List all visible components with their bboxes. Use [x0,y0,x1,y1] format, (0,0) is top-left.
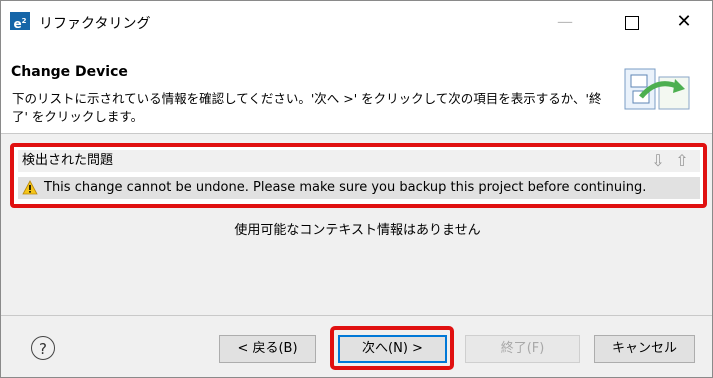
refactor-wizard-icon [624,68,690,110]
help-button[interactable]: ? [31,336,55,360]
arrow-down-icon[interactable]: ⇩ [649,151,667,171]
app-e2-icon: e2 [10,12,30,31]
window-title: リファクタリング [39,16,151,32]
cancel-button[interactable]: キャンセル [594,335,695,363]
close-button[interactable]: ✕ [661,9,707,35]
page-description: 下のリストに示されている情報を確認してください。'次へ >' をクリックして次の… [12,91,602,124]
problem-message: This change cannot be undone. Please mak… [44,180,647,195]
warning-icon [22,180,38,195]
maximize-button[interactable] [609,9,655,35]
page-title: Change Device [11,64,128,80]
problem-row[interactable]: This change cannot be undone. Please mak… [18,177,700,199]
detected-problems-panel: 検出された問題 ⇩ ⇧ This change cannot be undone… [10,143,707,208]
problems-heading: 検出された問題 [22,153,114,168]
wizard-header: Change Device 下のリストに示されている情報を確認してください。'次… [1,41,712,134]
finish-button[interactable]: 終了(F) [465,335,580,363]
button-bar-divider [1,315,712,316]
next-button-highlight [330,326,454,370]
context-info-message: 使用可能なコンテキスト情報はありません [234,223,481,238]
title-bar: e2 リファクタリング — ✕ [1,1,712,41]
back-button[interactable]: < 戻る(B) [219,335,316,363]
arrow-up-icon[interactable]: ⇧ [673,151,691,171]
maximize-icon [625,15,639,30]
minimize-button[interactable]: — [542,9,588,35]
problems-header: 検出された問題 ⇩ ⇧ [18,150,700,172]
